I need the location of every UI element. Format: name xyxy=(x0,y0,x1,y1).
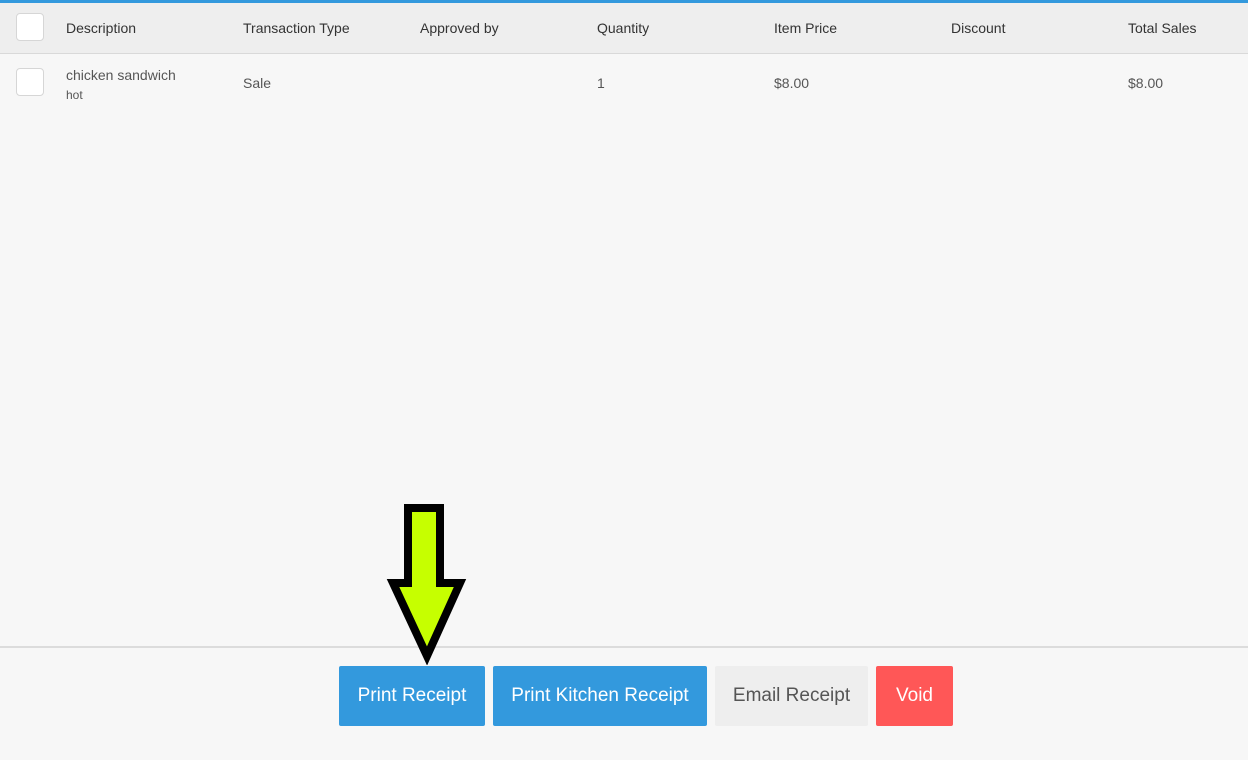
print-kitchen-receipt-button[interactable]: Print Kitchen Receipt xyxy=(493,666,707,726)
total-sales-cell: $8.00 xyxy=(1128,75,1164,91)
item-price-cell: $8.00 xyxy=(774,75,810,91)
item-description: chicken sandwich xyxy=(66,67,176,83)
down-arrow-icon xyxy=(386,504,467,665)
column-header-quantity[interactable]: Quantity xyxy=(597,20,649,36)
item-modifier: hot xyxy=(66,88,83,102)
column-header-item-price[interactable]: Item Price xyxy=(774,20,837,36)
print-receipt-button[interactable]: Print Receipt xyxy=(339,666,485,726)
table-row[interactable]: chicken sandwich hot Sale 1 $8.00 $8.00 xyxy=(0,54,1248,112)
column-header-approved-by[interactable]: Approved by xyxy=(420,20,499,36)
transaction-details-page: Description Transaction Type Approved by… xyxy=(0,0,1248,760)
row-select-checkbox[interactable] xyxy=(16,68,44,96)
email-receipt-button[interactable]: Email Receipt xyxy=(715,666,868,726)
column-header-transaction-type[interactable]: Transaction Type xyxy=(243,20,350,36)
transaction-type-cell: Sale xyxy=(243,75,272,91)
quantity-cell: 1 xyxy=(597,75,605,91)
select-all-checkbox[interactable] xyxy=(16,13,44,41)
table-header: Description Transaction Type Approved by… xyxy=(0,3,1248,54)
action-bar: Print Receipt Print Kitchen Receipt Emai… xyxy=(0,648,1248,760)
column-header-discount[interactable]: Discount xyxy=(951,20,1005,36)
column-header-description[interactable]: Description xyxy=(66,20,136,36)
column-header-total-sales[interactable]: Total Sales xyxy=(1128,20,1196,36)
void-button[interactable]: Void xyxy=(876,666,953,726)
